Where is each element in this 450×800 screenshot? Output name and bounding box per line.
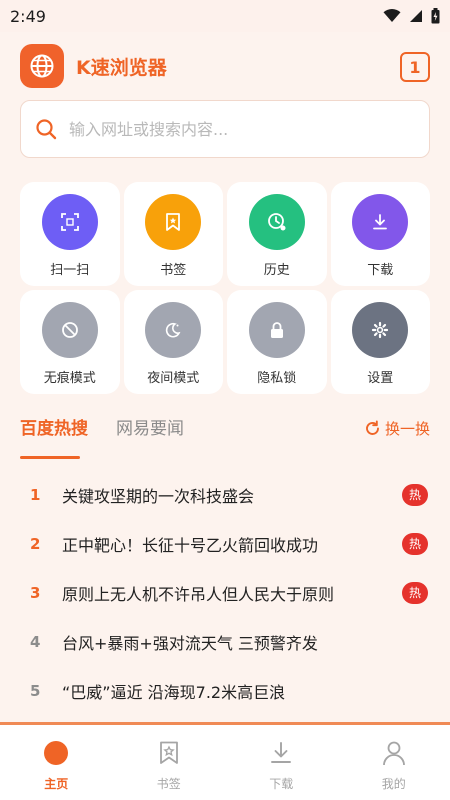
nav-bookmarks[interactable]: 书签 <box>113 725 226 800</box>
quick-action-label: 扫一扫 <box>50 263 90 278</box>
hot-rank: 2 <box>30 534 41 553</box>
nav-downloads[interactable]: 下载 <box>225 725 338 800</box>
quick-action-icon-bg <box>248 194 305 250</box>
list-item[interactable]: 2 正中靶心！长征十号乙火箭回收成功 热 <box>20 519 430 568</box>
hot-title: 关键攻坚期的一次科技盛会 <box>62 486 255 506</box>
quick-action-privacy-lock[interactable]: 隐私锁 <box>227 290 327 394</box>
quick-action-settings[interactable]: 设置 <box>330 290 430 394</box>
lock-icon <box>270 322 283 338</box>
quick-action-icon-bg <box>145 194 202 250</box>
search-bar[interactable] <box>20 100 430 158</box>
list-item[interactable]: 3 原则上无人机不许吊人但人民大于原则 热 <box>20 568 430 617</box>
quick-action-icon-bg <box>352 302 409 358</box>
globe-icon <box>30 54 54 78</box>
quick-action-label: 下载 <box>367 263 394 278</box>
app-header: K速浏览器 1 <box>20 44 430 88</box>
hot-rank: 1 <box>30 485 41 504</box>
quick-action-icon-bg <box>352 194 409 250</box>
tab-netease-news[interactable]: 网易要闻 <box>116 414 184 439</box>
quick-action-icon-bg <box>41 302 98 358</box>
hot-title: 原则上无人机不许吊人但人民大于原则 <box>62 584 335 604</box>
quick-action-icon-bg <box>248 302 305 358</box>
status-time: 2:49 <box>10 6 46 26</box>
nav-label: 我的 <box>381 777 406 791</box>
bottom-nav: 主页 书签 下载 我的 <box>0 725 450 800</box>
active-tab-indicator <box>20 456 80 459</box>
hot-badge: 热 <box>402 581 428 604</box>
hot-title: “巴威”逼近 沿海现7.2米高巨浪 <box>62 682 286 702</box>
gear-icon <box>372 321 389 339</box>
app-title: K速浏览器 <box>76 56 167 79</box>
quick-actions-grid: 扫一扫 书签 历史 下载 无痕模式 夜间模式 隐私锁 设置 <box>20 182 430 394</box>
nav-label: 下载 <box>269 777 294 791</box>
bookmark-icon <box>156 740 182 766</box>
status-icons <box>383 8 440 24</box>
bookmark-icon <box>166 213 181 231</box>
search-input[interactable] <box>69 119 399 139</box>
app-logo <box>20 44 64 88</box>
quick-action-label: 隐私锁 <box>257 371 297 386</box>
list-item[interactable]: 4 台风+暴雨+强对流天气 三预警齐发 <box>20 617 430 666</box>
hot-title: 台风+暴雨+强对流天气 三预警齐发 <box>62 633 318 653</box>
news-tabs: 百度热搜 网易要闻 换一换 <box>20 414 430 460</box>
refresh-icon <box>366 420 379 435</box>
wifi-icon <box>383 9 401 22</box>
hot-badge: 热 <box>402 532 428 555</box>
quick-action-label: 夜间模式 <box>147 371 200 386</box>
hot-search-list: 1 关键攻坚期的一次科技盛会 热 2 正中靶心！长征十号乙火箭回收成功 热 3 … <box>20 470 430 715</box>
refresh-label: 换一换 <box>384 420 430 438</box>
search-icon <box>36 119 57 140</box>
nav-home[interactable]: 主页 <box>0 725 113 800</box>
incognito-icon <box>61 322 78 338</box>
hot-rank: 4 <box>30 632 41 651</box>
quick-action-downloads[interactable]: 下载 <box>330 182 430 286</box>
history-icon <box>267 213 286 231</box>
nav-label: 书签 <box>156 777 181 791</box>
battery-icon <box>431 8 440 24</box>
scan-icon <box>60 213 79 231</box>
nav-profile[interactable]: 我的 <box>338 725 450 800</box>
refresh-button[interactable]: 换一换 <box>364 418 430 439</box>
cellular-icon <box>410 10 422 22</box>
list-item[interactable]: 1 关键攻坚期的一次科技盛会 热 <box>20 470 430 519</box>
nav-label: 主页 <box>44 777 69 791</box>
hot-badge: 热 <box>402 483 428 506</box>
download-icon <box>268 740 294 766</box>
quick-action-icon-bg <box>145 302 202 358</box>
night-icon <box>166 322 181 338</box>
status-bar: 2:49 <box>0 0 450 32</box>
profile-icon <box>381 740 407 766</box>
tab-baidu-hot[interactable]: 百度热搜 <box>20 414 88 439</box>
quick-action-label: 设置 <box>367 371 394 386</box>
hot-rank: 3 <box>30 583 41 602</box>
list-item[interactable]: 5 “巴威”逼近 沿海现7.2米高巨浪 <box>20 666 430 715</box>
quick-action-scan[interactable]: 扫一扫 <box>20 182 120 286</box>
quick-action-label: 历史 <box>263 263 290 278</box>
quick-action-label: 无痕模式 <box>43 371 96 386</box>
hot-rank: 5 <box>30 681 41 700</box>
download-icon <box>373 214 388 230</box>
quick-action-history[interactable]: 历史 <box>227 182 327 286</box>
home-icon <box>43 740 69 766</box>
quick-action-incognito[interactable]: 无痕模式 <box>20 290 120 394</box>
quick-action-icon-bg <box>41 194 98 250</box>
quick-action-night-mode[interactable]: 夜间模式 <box>123 290 223 394</box>
quick-action-bookmarks[interactable]: 书签 <box>123 182 223 286</box>
hot-title: 正中靶心！长征十号乙火箭回收成功 <box>62 535 319 555</box>
quick-action-label: 书签 <box>160 263 187 278</box>
tab-counter-button[interactable]: 1 <box>400 52 430 82</box>
